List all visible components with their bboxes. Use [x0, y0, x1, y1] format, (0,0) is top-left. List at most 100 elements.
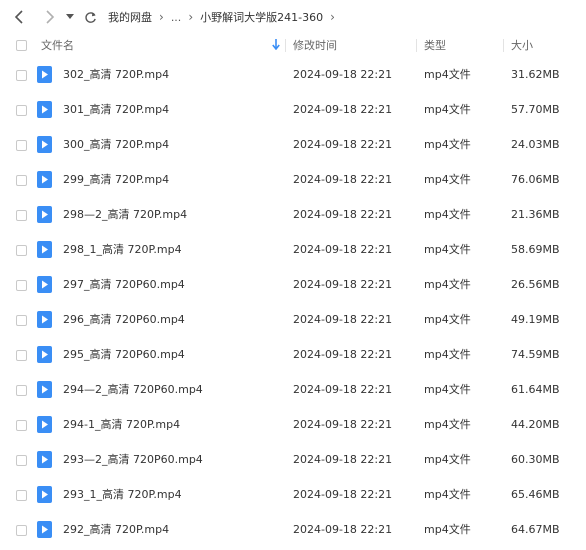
file-size: 58.69MB: [511, 243, 560, 256]
chevron-left-icon: [14, 10, 23, 24]
back-button[interactable]: [0, 0, 38, 34]
sort-down-arrow-icon[interactable]: [272, 39, 280, 50]
file-modified-time: 2024-09-18 22:21: [293, 348, 393, 361]
select-all-checkbox[interactable]: [16, 40, 27, 51]
file-size: 74.59MB: [511, 348, 560, 361]
file-type: mp4文件: [424, 68, 471, 81]
row-checkbox[interactable]: [16, 280, 27, 291]
row-checkbox[interactable]: [16, 350, 27, 361]
video-play-icon: [37, 486, 52, 503]
row-checkbox[interactable]: [16, 315, 27, 326]
table-row[interactable]: 296_高清 720P60.mp4 2024-09-18 22:21 mp4文件 49…: [0, 302, 586, 337]
history-dropdown-button[interactable]: [62, 0, 78, 34]
file-name[interactable]: 294—2_高清 720P60.mp4: [63, 372, 203, 408]
file-type: mp4文件: [424, 208, 471, 221]
refresh-button[interactable]: [78, 0, 102, 34]
table-header: 文件名 修改时间 类型 大小: [0, 34, 586, 57]
column-header-modified[interactable]: 修改时间: [293, 34, 337, 57]
file-name[interactable]: 293_1_高清 720P.mp4: [63, 477, 182, 513]
breadcrumb-current[interactable]: 小野解词大学版241-360: [200, 9, 323, 25]
video-play-icon: [37, 346, 52, 363]
table-row[interactable]: 300_高清 720P.mp4 2024-09-18 22:21 mp4文件 24.0…: [0, 127, 586, 162]
file-modified-time: 2024-09-18 22:21: [293, 453, 393, 466]
row-checkbox[interactable]: [16, 175, 27, 186]
file-size: 49.19MB: [511, 313, 560, 326]
breadcrumb-separator-icon: ›: [159, 10, 164, 24]
table-row[interactable]: 295_高清 720P60.mp4 2024-09-18 22:21 mp4文件 74…: [0, 337, 586, 372]
column-divider[interactable]: [416, 39, 417, 52]
file-size: 44.20MB: [511, 418, 560, 431]
row-checkbox[interactable]: [16, 525, 27, 536]
table-row[interactable]: 298—2_高清 720P.mp4 2024-09-18 22:21 mp4文件 21…: [0, 197, 586, 232]
video-play-icon: [37, 241, 52, 258]
file-type: mp4文件: [424, 383, 471, 396]
column-header-name[interactable]: 文件名: [41, 34, 74, 57]
forward-button[interactable]: [38, 0, 62, 34]
row-checkbox[interactable]: [16, 385, 27, 396]
video-play-icon: [37, 206, 52, 223]
file-size: 65.46MB: [511, 488, 560, 501]
file-name[interactable]: 297_高清 720P60.mp4: [63, 267, 185, 303]
table-row[interactable]: 293—2_高清 720P60.mp4 2024-09-18 22:21 mp4文件…: [0, 442, 586, 477]
file-type: mp4文件: [424, 278, 471, 291]
video-play-icon: [37, 416, 52, 433]
file-list: 302_高清 720P.mp4 2024-09-18 22:21 mp4文件 31.6…: [0, 57, 586, 547]
row-checkbox[interactable]: [16, 490, 27, 501]
row-checkbox[interactable]: [16, 420, 27, 431]
row-checkbox[interactable]: [16, 140, 27, 151]
column-header-size[interactable]: 大小: [511, 34, 533, 57]
file-modified-time: 2024-09-18 22:21: [293, 488, 393, 501]
file-modified-time: 2024-09-18 22:21: [293, 313, 393, 326]
file-name[interactable]: 302_高清 720P.mp4: [63, 57, 169, 93]
file-type: mp4文件: [424, 523, 471, 536]
file-size: 64.67MB: [511, 523, 560, 536]
file-name[interactable]: 301_高清 720P.mp4: [63, 92, 169, 128]
table-row[interactable]: 299_高清 720P.mp4 2024-09-18 22:21 mp4文件 76.0…: [0, 162, 586, 197]
file-modified-time: 2024-09-18 22:21: [293, 243, 393, 256]
video-play-icon: [37, 276, 52, 293]
file-name[interactable]: 292_高清 720P.mp4: [63, 512, 169, 548]
table-row[interactable]: 292_高清 720P.mp4 2024-09-18 22:21 mp4文件 64.6…: [0, 512, 586, 547]
column-header-type[interactable]: 类型: [424, 34, 446, 57]
breadcrumb-expand-icon[interactable]: ›: [330, 10, 335, 24]
file-name[interactable]: 293—2_高清 720P60.mp4: [63, 442, 203, 478]
table-row[interactable]: 298_1_高清 720P.mp4 2024-09-18 22:21 mp4文件 58…: [0, 232, 586, 267]
file-type: mp4文件: [424, 348, 471, 361]
file-name[interactable]: 296_高清 720P60.mp4: [63, 302, 185, 338]
file-name[interactable]: 294-1_高清 720P.mp4: [63, 407, 180, 443]
column-divider[interactable]: [285, 39, 286, 52]
file-type: mp4文件: [424, 138, 471, 151]
file-modified-time: 2024-09-18 22:21: [293, 173, 393, 186]
caret-down-icon: [66, 14, 74, 19]
video-play-icon: [37, 451, 52, 468]
breadcrumb-root[interactable]: 我的网盘: [108, 9, 152, 25]
row-checkbox[interactable]: [16, 245, 27, 256]
breadcrumb-ellipsis[interactable]: ...: [171, 11, 182, 24]
column-divider[interactable]: [503, 39, 504, 52]
row-checkbox[interactable]: [16, 70, 27, 81]
file-type: mp4文件: [424, 313, 471, 326]
table-row[interactable]: 301_高清 720P.mp4 2024-09-18 22:21 mp4文件 57.7…: [0, 92, 586, 127]
file-name[interactable]: 299_高清 720P.mp4: [63, 162, 169, 198]
video-play-icon: [37, 136, 52, 153]
table-row[interactable]: 297_高清 720P60.mp4 2024-09-18 22:21 mp4文件 26…: [0, 267, 586, 302]
row-checkbox[interactable]: [16, 455, 27, 466]
file-size: 57.70MB: [511, 103, 560, 116]
table-row[interactable]: 293_1_高清 720P.mp4 2024-09-18 22:21 mp4文件 65…: [0, 477, 586, 512]
file-modified-time: 2024-09-18 22:21: [293, 103, 393, 116]
file-modified-time: 2024-09-18 22:21: [293, 208, 393, 221]
file-name[interactable]: 298—2_高清 720P.mp4: [63, 197, 187, 233]
row-checkbox[interactable]: [16, 105, 27, 116]
file-modified-time: 2024-09-18 22:21: [293, 138, 393, 151]
file-type: mp4文件: [424, 488, 471, 501]
file-name[interactable]: 300_高清 720P.mp4: [63, 127, 169, 163]
table-row[interactable]: 294—2_高清 720P60.mp4 2024-09-18 22:21 mp4文件…: [0, 372, 586, 407]
file-name[interactable]: 298_1_高清 720P.mp4: [63, 232, 182, 268]
table-row[interactable]: 302_高清 720P.mp4 2024-09-18 22:21 mp4文件 31.6…: [0, 57, 586, 92]
table-row[interactable]: 294-1_高清 720P.mp4 2024-09-18 22:21 mp4文件 44…: [0, 407, 586, 442]
navigation-bar: 我的网盘 › ... › 小野解词大学版241-360 ›: [0, 0, 586, 34]
file-modified-time: 2024-09-18 22:21: [293, 523, 393, 536]
file-name[interactable]: 295_高清 720P60.mp4: [63, 337, 185, 373]
row-checkbox[interactable]: [16, 210, 27, 221]
file-type: mp4文件: [424, 103, 471, 116]
